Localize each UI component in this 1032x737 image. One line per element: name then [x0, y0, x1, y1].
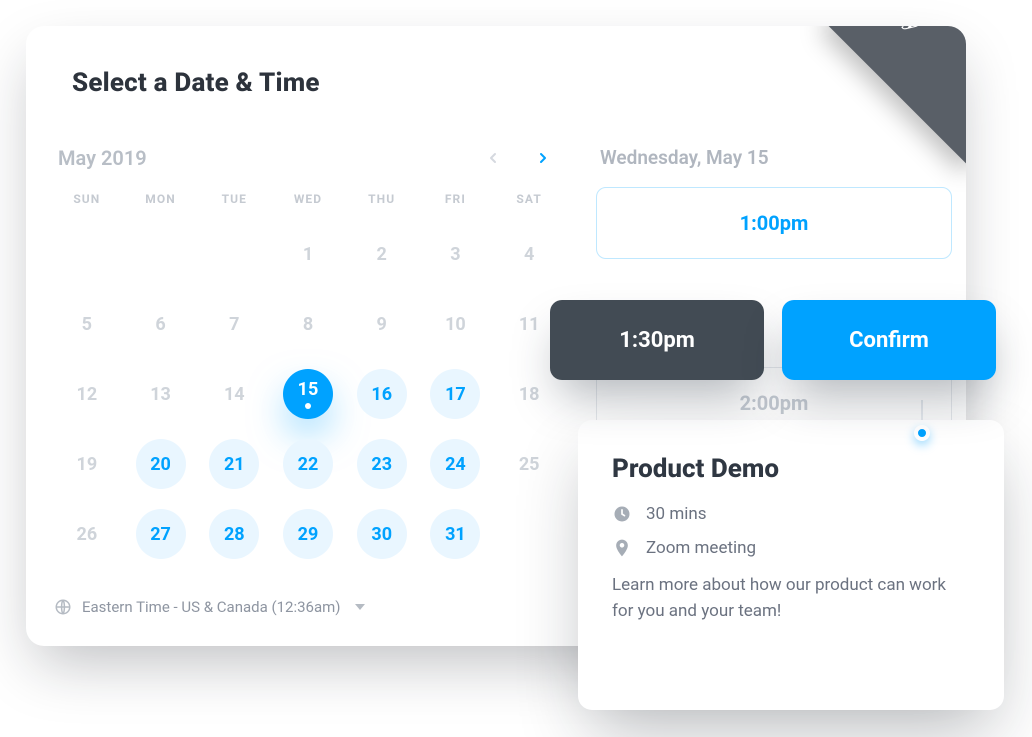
- calendar-dow: TUE: [197, 182, 271, 212]
- caret-down-icon: [355, 604, 365, 610]
- calendar-dow: FRI: [419, 182, 493, 212]
- calendar-day[interactable]: 17: [430, 369, 480, 419]
- ribbon-brand-label: Calendly: [832, 26, 947, 60]
- calendar-day: 7: [209, 299, 259, 349]
- calendar-day: 6: [136, 299, 186, 349]
- calendar-day: 9: [357, 299, 407, 349]
- confirm-button[interactable]: Confirm: [782, 300, 996, 380]
- calendar-day: 2: [357, 229, 407, 279]
- calendar-day: 26: [62, 509, 112, 559]
- calendar-dow: WED: [271, 182, 345, 212]
- calendar-day[interactable]: 27: [136, 509, 186, 559]
- calendar-day: 3: [430, 229, 480, 279]
- calendar-day[interactable]: 15: [283, 369, 333, 419]
- event-duration: 30 mins: [646, 504, 707, 524]
- calendar-dow: THU: [345, 182, 419, 212]
- calendar-dow: SUN: [50, 182, 124, 212]
- calendar: May 2019 SUNMONTUEWEDTHUFRISAT1234567891…: [50, 146, 566, 562]
- selected-slot-row: 1:30pm Confirm: [550, 300, 996, 380]
- calendar-day: 12: [62, 369, 112, 419]
- calendar-day: 5: [62, 299, 112, 349]
- timezone-label: Eastern Time - US & Canada (12:36am): [82, 598, 341, 616]
- calendar-dow: SAT: [492, 182, 566, 212]
- chevron-right-icon[interactable]: [532, 147, 554, 169]
- calendar-day: 4: [504, 229, 554, 279]
- time-slot[interactable]: 1:00pm: [596, 187, 952, 259]
- calendar-day[interactable]: 21: [209, 439, 259, 489]
- calendar-day: 13: [136, 369, 186, 419]
- calendar-day[interactable]: 30: [357, 509, 407, 559]
- ribbon-powered-label: POWERED BY: [850, 26, 956, 42]
- calendar-day[interactable]: 24: [430, 439, 480, 489]
- calendar-day: 25: [504, 439, 554, 489]
- calendar-day: 10: [430, 299, 480, 349]
- connector-dot-icon: [914, 425, 930, 441]
- calendar-day[interactable]: 16: [357, 369, 407, 419]
- chevron-left-icon: [482, 147, 504, 169]
- location-pin-icon: [612, 538, 632, 558]
- event-description: Learn more about how our product can wor…: [612, 572, 970, 625]
- calendar-day: 19: [62, 439, 112, 489]
- calendar-day[interactable]: 23: [357, 439, 407, 489]
- calendar-day[interactable]: 31: [430, 509, 480, 559]
- clock-icon: [612, 504, 632, 524]
- page-title: Select a Date & Time: [72, 68, 320, 98]
- selected-time-pill[interactable]: 1:30pm: [550, 300, 764, 380]
- calendar-day[interactable]: 22: [283, 439, 333, 489]
- calendar-day[interactable]: 20: [136, 439, 186, 489]
- calendar-day[interactable]: 28: [209, 509, 259, 559]
- timezone-selector[interactable]: Eastern Time - US & Canada (12:36am): [54, 598, 365, 616]
- calendar-dow: MON: [124, 182, 198, 212]
- calendar-day: 8: [283, 299, 333, 349]
- calendar-day: 18: [504, 369, 554, 419]
- calendar-day: 14: [209, 369, 259, 419]
- selected-date-label: Wednesday, May 15: [600, 146, 952, 169]
- calendar-month-label: May 2019: [58, 146, 147, 170]
- event-info-card: Product Demo 30 mins Zoom meeting Learn …: [578, 420, 1004, 710]
- calendar-day: 11: [504, 299, 554, 349]
- globe-icon: [54, 598, 72, 616]
- calendar-day: 1: [283, 229, 333, 279]
- event-title: Product Demo: [612, 454, 970, 484]
- calendar-day[interactable]: 29: [283, 509, 333, 559]
- event-location: Zoom meeting: [646, 538, 756, 558]
